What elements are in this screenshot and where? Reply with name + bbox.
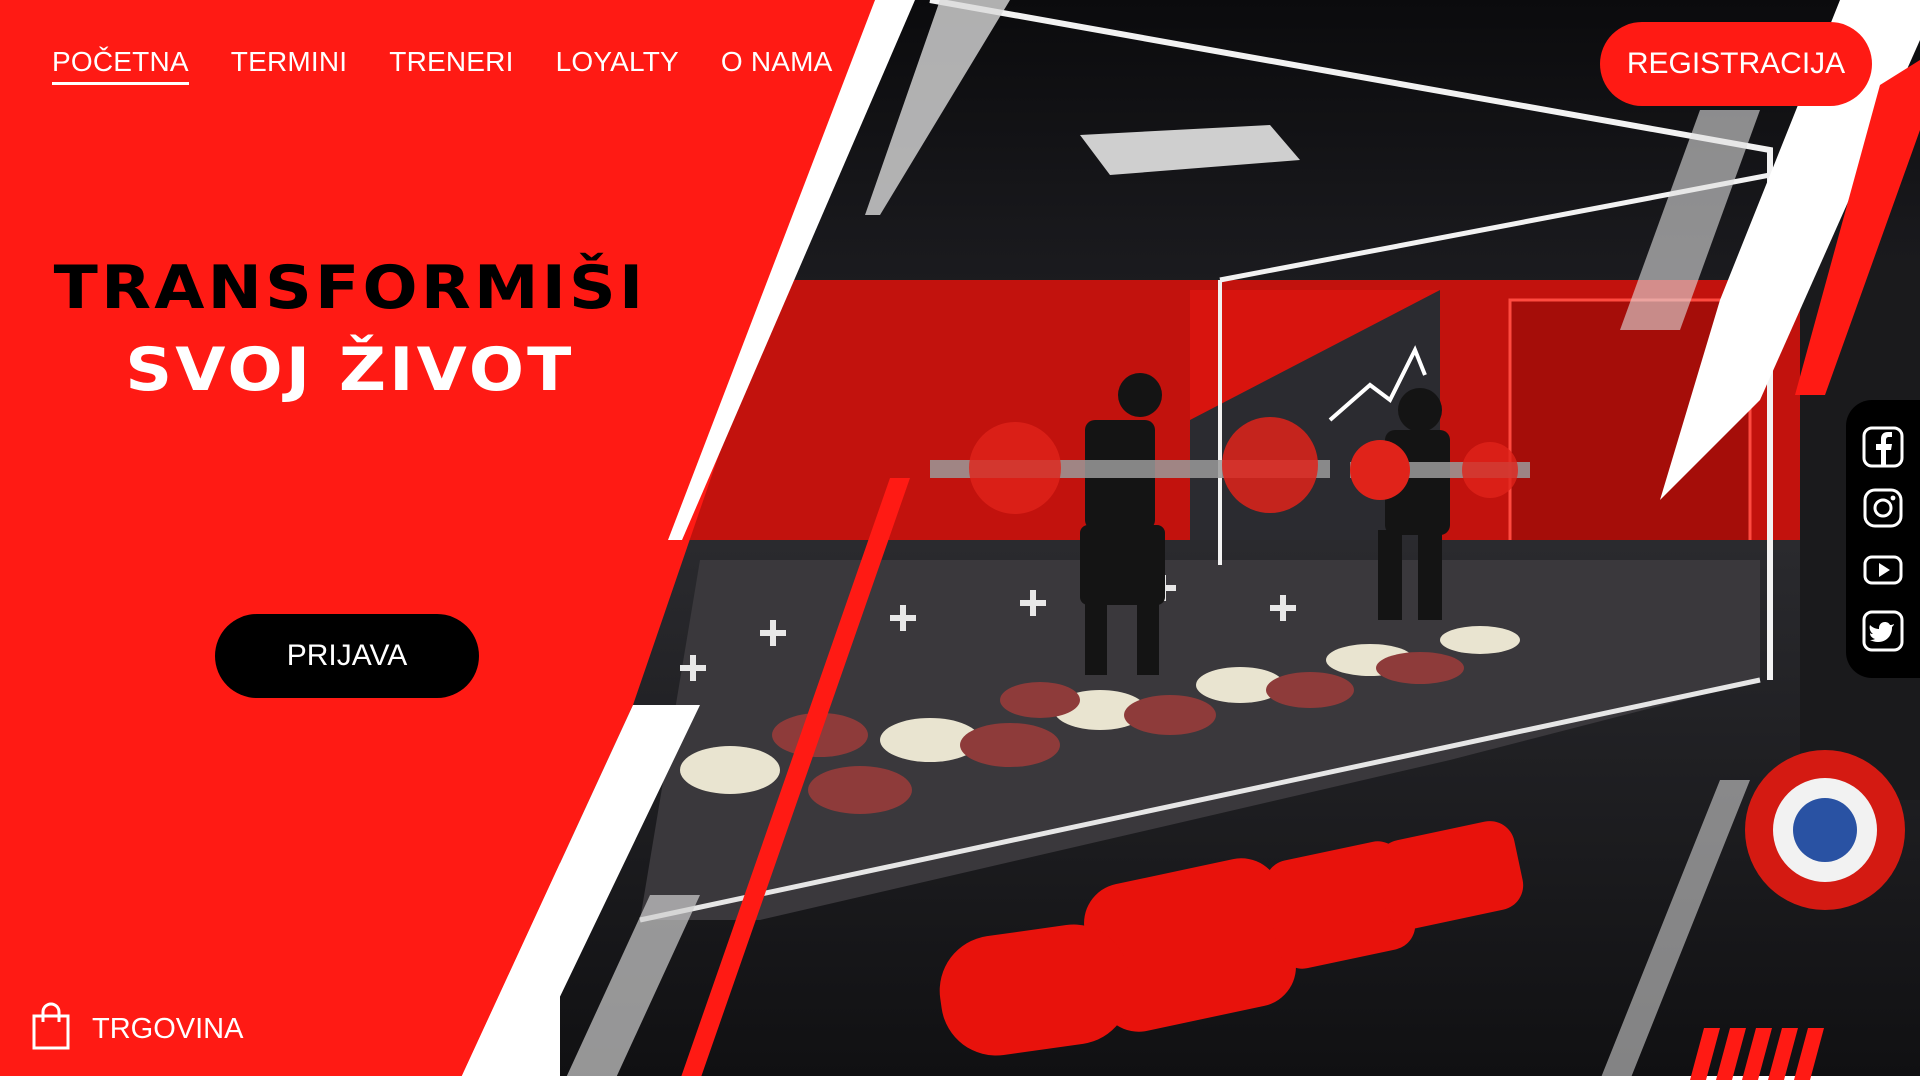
- hero-gym-photo: [0, 0, 1920, 1080]
- instagram-icon[interactable]: [1861, 486, 1905, 530]
- headline-line-2: SVOJ ŽIVOT: [125, 335, 575, 405]
- social-bar: [1846, 400, 1920, 678]
- register-button[interactable]: REGISTRACIJA: [1600, 22, 1872, 106]
- login-button[interactable]: PRIJAVA: [215, 614, 479, 698]
- shop-link[interactable]: TRGOVINA: [30, 1002, 243, 1057]
- main-nav: POČETNA TERMINI TRENERI LOYALTY O NAMA: [52, 46, 833, 85]
- nav-item-termini[interactable]: TERMINI: [231, 46, 348, 85]
- nav-item-treneri[interactable]: TRENERI: [389, 46, 513, 85]
- shopping-bag-icon: [30, 1002, 72, 1057]
- twitter-icon[interactable]: [1861, 609, 1905, 653]
- nav-item-o-nama[interactable]: O NAMA: [721, 46, 833, 85]
- nav-item-pocetna[interactable]: POČETNA: [52, 46, 189, 85]
- headline-line-1: TRANSFORMIŠI: [53, 253, 647, 323]
- hero-headline: TRANSFORMIŠI SVOJ ŽIVOT: [40, 258, 660, 400]
- facebook-icon[interactable]: [1861, 425, 1905, 469]
- decorative-stripes: [1690, 1028, 1824, 1080]
- nav-item-loyalty[interactable]: LOYALTY: [556, 46, 679, 85]
- shop-label: TRGOVINA: [92, 1013, 244, 1045]
- youtube-icon[interactable]: [1861, 548, 1905, 592]
